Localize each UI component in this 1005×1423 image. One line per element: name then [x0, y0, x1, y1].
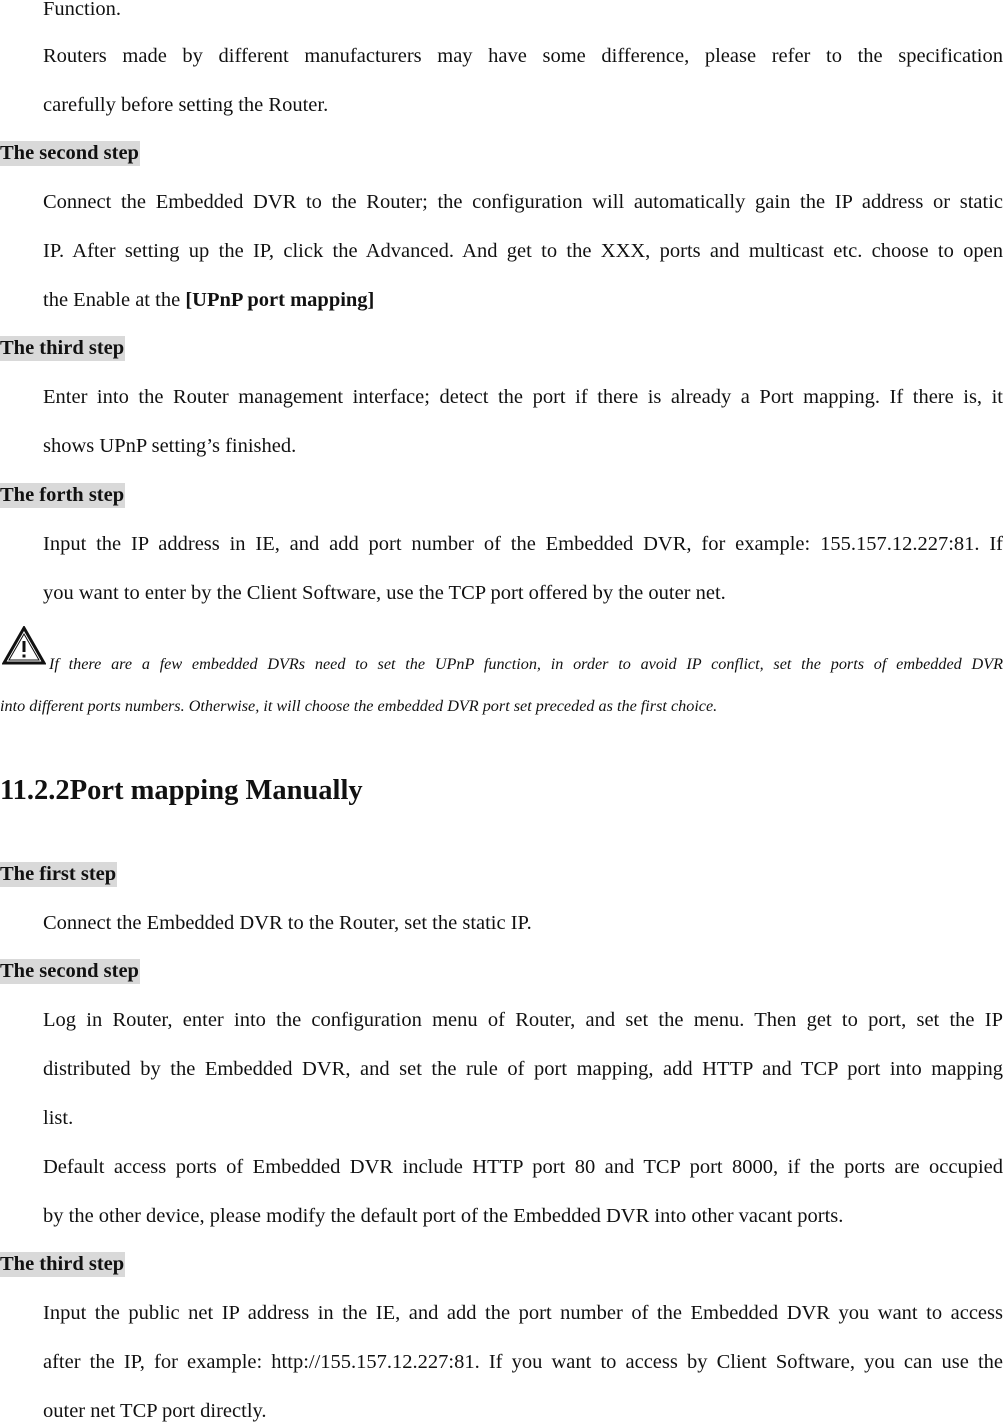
paragraph-text: the Enable at the: [43, 289, 186, 311]
paragraph-line: by the other device, please modify the d…: [43, 1205, 844, 1227]
warning-triangle-icon: [2, 626, 46, 665]
paragraph-line: after the IP, for example: http://155.15…: [43, 1351, 1003, 1373]
paragraph-line: Input the IP address in IE, and add port…: [43, 533, 1003, 555]
paragraph-line: Enter into the Router management interfa…: [43, 386, 1003, 408]
paragraph-line: outer net TCP port directly.: [43, 1400, 267, 1422]
paragraph-line: IP. After setting up the IP, click the A…: [43, 240, 1003, 262]
paragraph-line: Default access ports of Embedded DVR inc…: [43, 1156, 1003, 1178]
paragraph-line: the Enable at the [UPnP port mapping]: [43, 288, 1003, 312]
paragraph-line: shows UPnP setting’s finished.: [43, 435, 297, 457]
paragraph-line: Function.: [43, 0, 122, 20]
paragraph-line: Connect the Embedded DVR to the Router; …: [43, 191, 1003, 213]
paragraph-line: Routers made by different manufacturers …: [43, 45, 1003, 67]
step-label-upnp-forth: The forth step: [0, 483, 126, 508]
paragraph-line: list.: [43, 1107, 74, 1129]
note-line: If there are a few embedded DVRs need to…: [49, 655, 1003, 673]
paragraph-line: Connect the Embedded DVR to the Router, …: [43, 912, 532, 934]
step-label-manual-third: The third step: [0, 1252, 126, 1277]
section-number: 11.2.2: [0, 775, 70, 806]
note-line: into different ports numbers. Otherwise,…: [0, 697, 718, 715]
menu-reference: [UPnP port mapping]: [185, 289, 375, 311]
paragraph-line: you want to enter by the Client Software…: [43, 582, 726, 604]
section-title: Port mapping Manually: [69, 775, 363, 806]
step-label-manual-second: The second step: [0, 959, 140, 984]
paragraph-line: distributed by the Embedded DVR, and set…: [43, 1058, 1003, 1080]
section-heading: 11.2.2Port mapping Manually: [0, 774, 363, 808]
step-label-upnp-third: The third step: [0, 336, 126, 361]
step-label-manual-first: The first step: [0, 862, 118, 887]
paragraph-line: carefully before setting the Router.: [43, 94, 329, 116]
paragraph-line: Input the public net IP address in the I…: [43, 1302, 1003, 1324]
paragraph-line: Log in Router, enter into the configurat…: [43, 1009, 1003, 1031]
step-label-upnp-second: The second step: [0, 141, 140, 166]
